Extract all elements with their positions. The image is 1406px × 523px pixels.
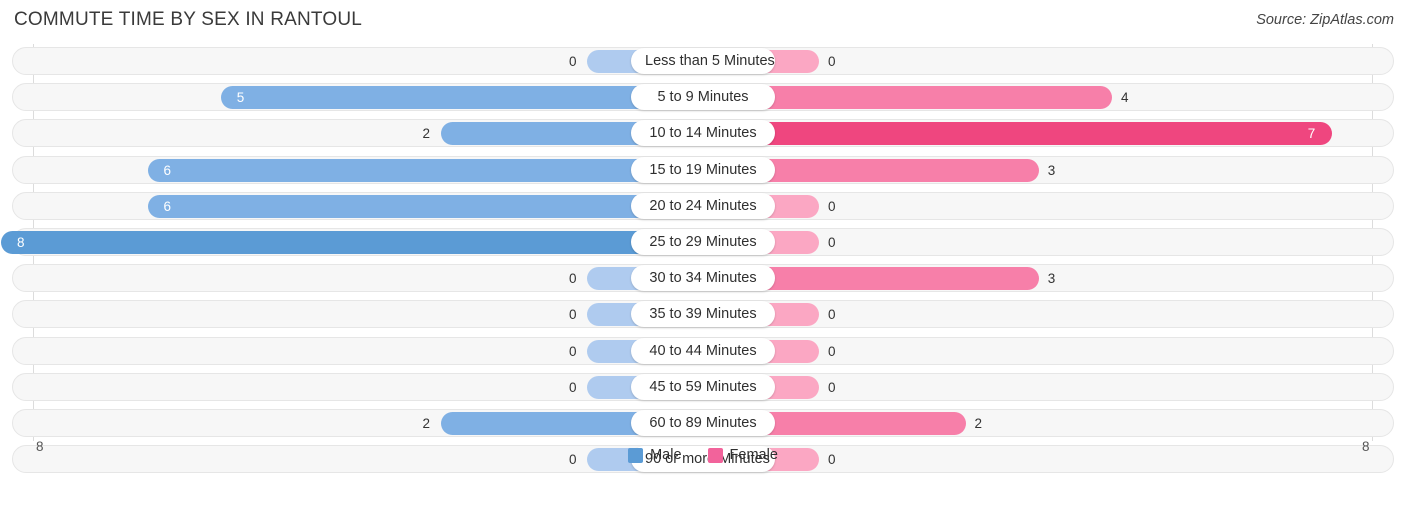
bar-value-female: 0 [828,198,836,214]
chart-row: 0 0 35 to 39 Minutes [0,297,1406,333]
bar-value-female: 0 [828,307,836,323]
bar-value-female: 4 [1121,90,1129,106]
bar-value-male: 0 [569,379,577,395]
legend-label: Female [729,447,778,463]
chart-row: 0 0 40 to 44 Minutes [0,334,1406,370]
row-label: 25 to 29 Minutes [631,228,775,255]
bar-value-male: 6 [163,162,172,178]
bar-value-male: 0 [569,271,577,287]
chart-header: COMMUTE TIME BY SEX IN RANTOUL Source: Z… [0,0,1406,40]
chart-row: 6 3 15 to 19 Minutes [0,153,1406,189]
chart-row: 5 4 5 to 9 Minutes [0,80,1406,116]
bar-value-female: 3 [1047,162,1056,178]
bar-value-female: 0 [828,234,836,250]
source-attribution: Source: ZipAtlas.com [1256,12,1394,28]
bar-male [220,86,649,110]
bar-value-female: 7 [1307,126,1316,142]
chart-rows: 0 0 Less than 5 Minutes 5 4 5 to 9 Minutes 2 7 1… [0,44,1406,478]
bar-value-male: 8 [17,234,25,250]
row-label: Less than 5 Minutes [631,48,775,74]
bar-value-female: 2 [974,415,983,431]
bar-male [147,158,649,182]
bar-female [757,158,1039,182]
bar-male [440,411,649,435]
legend-swatch-icon [707,447,723,463]
row-label: 20 to 24 Minutes [631,192,775,219]
legend-swatch-icon [628,447,644,463]
bar-value-female: 0 [828,54,836,69]
legend-item[interactable]: Female [707,447,778,463]
row-label: 45 to 59 Minutes [631,373,775,400]
bar-male [440,122,649,146]
bar-value-male: 2 [422,126,431,142]
chart-legend: Male Female [0,447,1406,463]
chart-row: 2 2 60 to 89 Minutes [0,406,1406,442]
row-label: 15 to 19 Minutes [631,156,775,183]
bar-female [757,411,966,435]
chart-plot-area: 0 0 Less than 5 Minutes 5 4 5 to 9 Minutes 2 7 1… [0,44,1406,479]
bar-value-male: 0 [569,54,577,69]
bar-female [757,122,1332,146]
legend-item[interactable]: Male [628,447,682,463]
bar-value-male: 0 [569,307,577,323]
row-label: 35 to 39 Minutes [631,301,775,328]
bar-value-male: 2 [422,415,431,431]
chart-row: 6 0 20 to 24 Minutes [0,189,1406,225]
legend-label: Male [650,447,682,463]
chart-row: 0 3 30 to 34 Minutes [0,261,1406,297]
row-label: 60 to 89 Minutes [631,409,775,436]
chart-row: 2 7 10 to 14 Minutes [0,116,1406,152]
bar-value-female: 3 [1047,271,1056,287]
page-title: COMMUTE TIME BY SEX IN RANTOUL [14,9,363,30]
row-label: 40 to 44 Minutes [631,337,775,364]
bar-value-male: 5 [236,90,245,106]
bar-male [1,230,649,254]
bar-value-male: 0 [569,343,577,359]
bar-female [757,86,1112,110]
bar-value-female: 0 [828,379,836,395]
bar-value-female: 0 [828,343,836,359]
chart-row: 0 0 Less than 5 Minutes [0,44,1406,80]
bar-value-male: 6 [163,198,172,214]
bar-male [147,194,649,218]
bar-female [757,267,1039,291]
chart-row: 0 0 45 to 59 Minutes [0,370,1406,406]
chart-row: 8 0 25 to 29 Minutes [0,225,1406,261]
row-label: 30 to 34 Minutes [631,265,775,292]
row-label: 10 to 14 Minutes [631,120,775,147]
row-label: 5 to 9 Minutes [631,84,775,111]
